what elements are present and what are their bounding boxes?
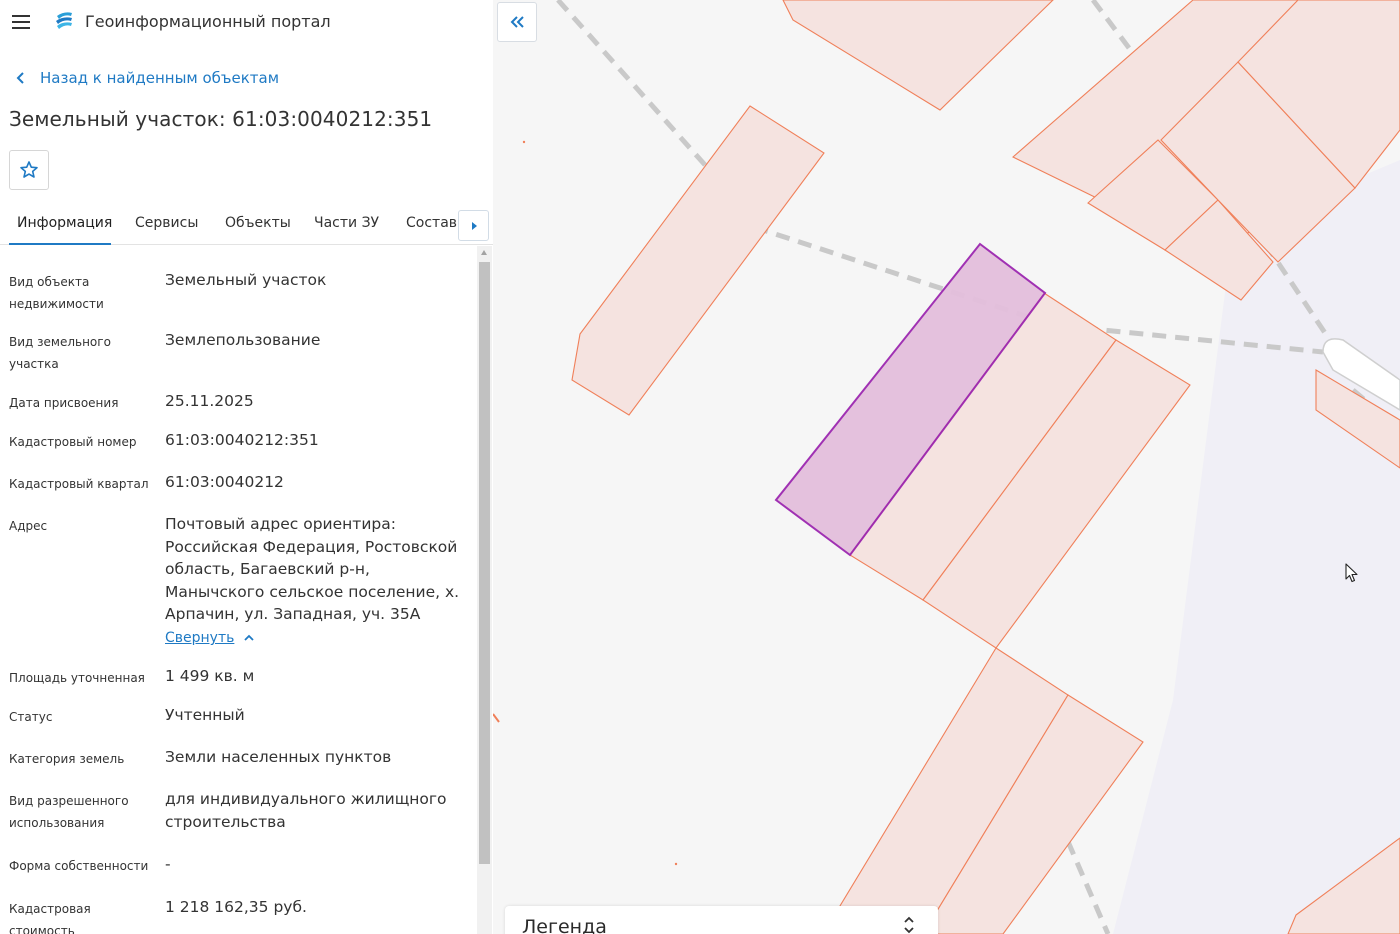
back-to-results-link[interactable]: Назад к найденным объектам <box>14 68 279 88</box>
scroll-up-arrow-icon[interactable] <box>481 250 487 255</box>
tabs-scroll-right-button[interactable] <box>458 210 489 241</box>
object-title: Земельный участок: 61:03:0040212:351 <box>9 107 433 131</box>
favorite-button[interactable] <box>9 150 49 190</box>
info-value: 1 499 кв. м <box>165 667 255 685</box>
map-view[interactable]: Легенда <box>493 0 1400 934</box>
map-point <box>674 862 678 866</box>
tab-objects[interactable]: Объекты <box>225 215 291 231</box>
info-value: 61:03:0040212:351 <box>165 431 319 449</box>
info-list: Вид объекта недвижимости Земельный участ… <box>0 246 476 934</box>
object-tabs: Информация Сервисы Объекты Части ЗУ Сост… <box>0 205 493 245</box>
info-value: 1 218 162,35 руб. <box>165 898 307 916</box>
tab-services[interactable]: Сервисы <box>135 215 198 231</box>
info-label: Кадастровый номер <box>9 435 137 449</box>
address-value: Почтовый адрес ориентира: Российская Фед… <box>165 515 460 623</box>
info-label: Кадастровая стоимость <box>9 902 91 934</box>
app-title: Геоинформационный портал <box>85 12 331 31</box>
info-value: Земли населенных пунктов <box>165 748 392 766</box>
portal-logo-icon <box>56 12 72 29</box>
chevron-left-icon <box>16 72 24 84</box>
active-tab-indicator <box>9 243 111 245</box>
collapse-panel-button[interactable] <box>497 2 537 42</box>
info-label: Категория земель <box>9 752 125 766</box>
info-label: Площадь уточненная <box>9 671 145 685</box>
info-scrollbar[interactable] <box>477 246 492 934</box>
info-value: Землепользование <box>165 331 321 349</box>
info-label: Вид земельного участка <box>9 335 111 371</box>
star-icon <box>20 161 38 178</box>
tab-information[interactable]: Информация <box>17 215 112 231</box>
collapse-address-link[interactable]: Свернуть <box>165 630 255 646</box>
info-label: Дата присвоения <box>9 396 119 410</box>
tab-parts[interactable]: Части ЗУ <box>314 215 379 231</box>
info-panel: Геоинформационный портал Назад к найденн… <box>0 0 493 934</box>
mouse-cursor-icon <box>1345 563 1358 583</box>
collapse-label: Свернуть <box>165 630 235 646</box>
info-value: 25.11.2025 <box>165 392 254 410</box>
tab-composition[interactable]: Состав <box>406 215 457 231</box>
info-value: 61:03:0040212 <box>165 473 284 491</box>
info-label: Вид разрешенного использования <box>9 794 129 830</box>
info-value: для индивидуального жилищного строительс… <box>165 790 447 831</box>
scrollbar-thumb[interactable] <box>479 262 490 864</box>
caret-right-icon <box>471 221 477 230</box>
legend-title: Легенда <box>522 916 607 934</box>
map-point <box>522 140 526 144</box>
back-link-label: Назад к найденным объектам <box>40 69 280 87</box>
info-label: Форма собственности <box>9 859 149 873</box>
top-bar: Геоинформационный портал <box>0 0 493 44</box>
info-value: Земельный участок <box>165 271 327 289</box>
info-value: Учтенный <box>165 706 245 724</box>
info-label: Адрес <box>9 519 48 533</box>
hamburger-menu-icon[interactable] <box>12 15 30 29</box>
info-value: - <box>165 855 171 873</box>
map-mark <box>493 713 500 723</box>
chevron-up-icon <box>244 634 255 641</box>
legend-panel[interactable]: Легенда <box>505 906 938 934</box>
map-canvas[interactable] <box>493 0 1400 934</box>
info-label: Статус <box>9 710 53 724</box>
double-chevron-left-icon <box>510 16 524 28</box>
expand-collapse-icon <box>904 916 914 934</box>
info-label: Кадастровый квартал <box>9 477 149 491</box>
info-label: Вид объекта недвижимости <box>9 275 104 311</box>
